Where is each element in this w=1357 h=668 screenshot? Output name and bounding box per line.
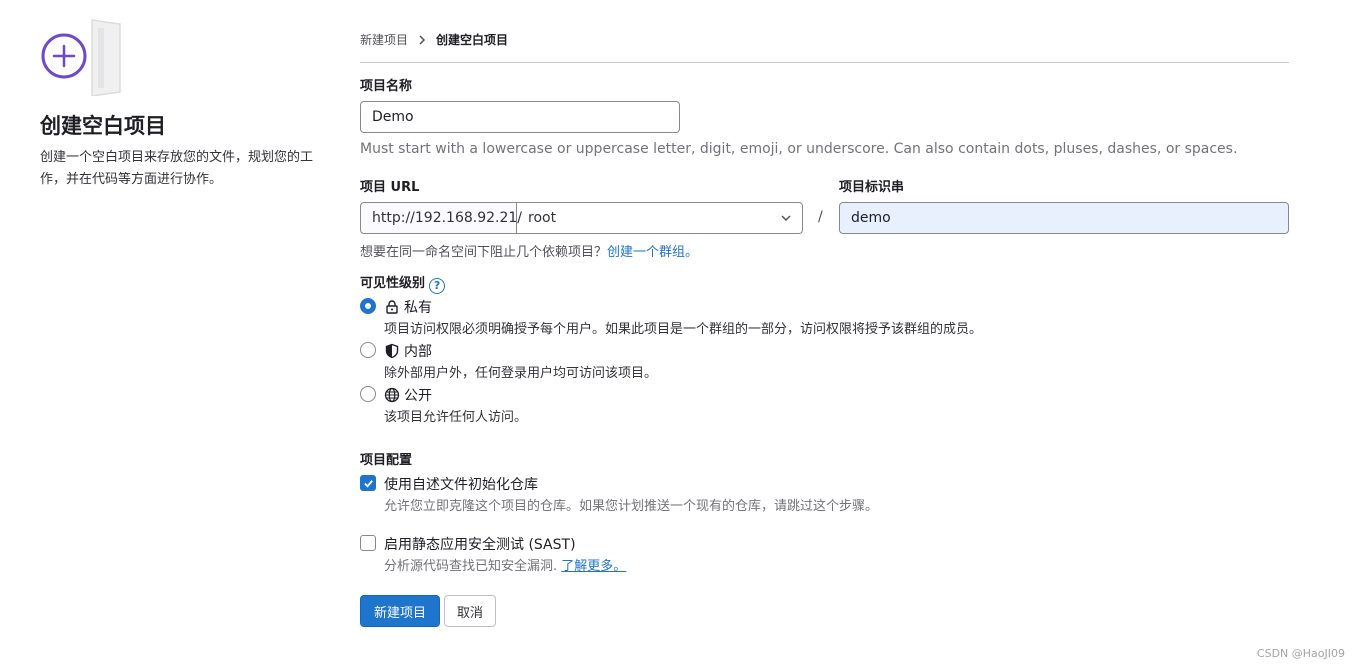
shield-icon xyxy=(385,343,399,359)
visibility-public-radio[interactable] xyxy=(360,386,376,402)
project-url-prefix: http://192.168.92.21/ xyxy=(360,202,522,234)
blank-project-illustration xyxy=(41,19,121,96)
visibility-internal-radio[interactable] xyxy=(360,342,376,358)
lock-icon xyxy=(386,300,398,314)
sast-desc: 分析源代码查找已知安全漏洞. 了解更多。 xyxy=(384,555,626,574)
url-slash: / xyxy=(818,209,823,225)
readme-desc: 允许您立即克隆这个项目的仓库。如果您计划推送一个现有的仓库，请跳过这个步骤。 xyxy=(384,499,879,514)
project-slug-input[interactable] xyxy=(839,202,1289,234)
visibility-private-radio[interactable] xyxy=(360,298,376,314)
project-slug-label: 项目标识串 xyxy=(839,180,905,195)
visibility-private-desc: 项目访问权限必须明确授予每个用户。如果此项目是一个群组的一部分，访问权限将授予该… xyxy=(384,322,983,337)
watermark: CSDN @HaoJI09 xyxy=(1256,647,1345,660)
create-project-button[interactable]: 新建项目 xyxy=(360,595,440,627)
visibility-private-label: 私有 xyxy=(404,300,432,316)
breadcrumb-new-project[interactable]: 新建项目 xyxy=(360,31,408,48)
readme-label: 使用自述文件初始化仓库 xyxy=(384,477,538,493)
visibility-label-text: 可见性级别 xyxy=(360,276,426,291)
project-url-label: 项目 URL xyxy=(360,180,420,195)
visibility-internal-label: 内部 xyxy=(404,344,432,360)
visibility-label: 可见性级别? xyxy=(360,272,446,294)
chevron-right-icon xyxy=(419,34,426,45)
group-hint: 想要在同一命名空间下阻止几个依赖项目？创建一个群组。 xyxy=(360,241,698,260)
group-hint-text: 想要在同一命名空间下阻止几个依赖项目？ xyxy=(360,245,608,260)
visibility-internal-desc: 除外部用户外，任何登录用户均可访问该项目。 xyxy=(384,366,658,381)
visibility-public-title: 公开 xyxy=(384,385,432,405)
page-title: 创建空白项目 xyxy=(40,114,166,138)
project-name-input[interactable] xyxy=(360,101,680,133)
sast-desc-text: 分析源代码查找已知安全漏洞. xyxy=(384,559,558,574)
visibility-public-desc: 该项目允许任何人访问。 xyxy=(384,410,528,425)
learn-more-link[interactable]: 了解更多。 xyxy=(561,559,626,574)
question-circle-icon[interactable]: ? xyxy=(429,278,446,294)
project-name-hint: Must start with a lowercase or uppercase… xyxy=(360,141,1238,157)
namespace-select-value: root xyxy=(528,210,557,226)
header-divider xyxy=(360,62,1289,63)
sast-label: 启用静态应用安全测试 (SAST) xyxy=(384,537,576,553)
check-icon xyxy=(364,480,373,488)
namespace-select[interactable]: root xyxy=(517,202,803,234)
cancel-button[interactable]: 取消 xyxy=(444,595,496,627)
project-url-group: http://192.168.92.21/ root xyxy=(360,202,803,234)
breadcrumb: 新建项目 创建空白项目 xyxy=(360,31,508,48)
visibility-internal-title: 内部 xyxy=(384,341,432,361)
sast-checkbox[interactable] xyxy=(360,535,376,551)
globe-icon xyxy=(384,387,400,403)
page-description: 创建一个空白项目来存放您的文件，规划您的工作，并在代码等方面进行协作。 xyxy=(40,150,314,187)
breadcrumb-current: 创建空白项目 xyxy=(436,33,509,47)
create-group-link[interactable]: 创建一个群组。 xyxy=(607,245,698,260)
chevron-down-icon xyxy=(781,215,791,222)
readme-checkbox[interactable] xyxy=(360,475,376,491)
project-config-label: 项目配置 xyxy=(360,453,413,468)
visibility-public-label: 公开 xyxy=(404,388,432,404)
project-name-label: 项目名称 xyxy=(360,79,413,94)
visibility-private-title: 私有 xyxy=(384,297,432,317)
